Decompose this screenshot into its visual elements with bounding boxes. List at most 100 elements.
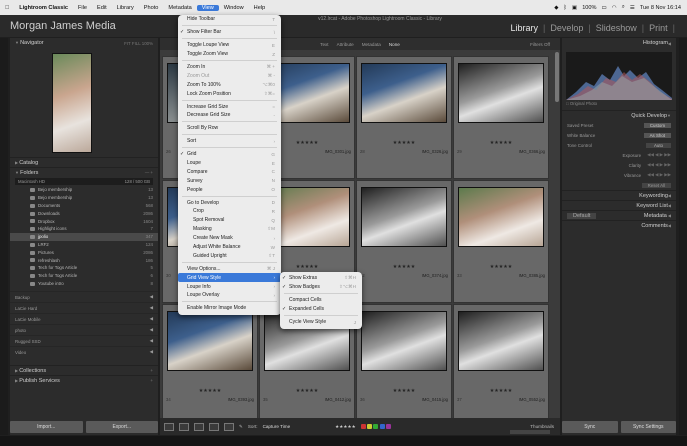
menu-item-toggle-loupe-view[interactable]: Toggle Loupe View E	[178, 41, 281, 50]
reset-all-button[interactable]: Reset All	[641, 182, 671, 188]
menu-item-hide-toolbar[interactable]: Hide Toolbar T	[178, 15, 281, 24]
cell-rating[interactable]: ★★★★★	[454, 264, 548, 270]
metadata-preset-select[interactable]: Default	[567, 212, 597, 219]
cell-rating[interactable]: ★★★★★	[260, 388, 354, 394]
grid-cell[interactable]: ★★★★★ 36 IMG_0415.jpg	[356, 304, 452, 427]
menu-item-adjust-white-balance[interactable]: Adjust White Balance W	[178, 243, 281, 252]
menu-item-create-new-mask[interactable]: Create New Mask ›	[178, 234, 281, 243]
clarity-buttons[interactable]: ◀◀ ◀ ▶ ▶▶	[647, 162, 671, 168]
menu-file[interactable]: File	[73, 5, 92, 11]
folder-item[interactable]: Tech for Togs Article 5	[10, 264, 158, 272]
folder-item[interactable]: LRF2 124	[10, 241, 158, 249]
left-edge-toggle[interactable]	[0, 38, 8, 435]
grid-cell[interactable]: ★★★★★ 33 IMG_0385.jpg	[453, 180, 549, 303]
menu-item-expanded-cells[interactable]: ✓ Expanded Cells	[280, 305, 362, 314]
grid-cell[interactable]: ★★★★★ 29 IMG_0366.jpg	[453, 56, 549, 179]
apple-icon[interactable]: 	[0, 5, 14, 11]
cell-rating[interactable]: ★★★★★	[357, 264, 451, 270]
menu-item-people[interactable]: People O	[178, 185, 281, 194]
folder-item[interactable]: Pictures 2086	[10, 248, 158, 256]
menu-item-decrease-grid-size[interactable]: Decrease Grid Size -	[178, 111, 281, 120]
volume-item[interactable]: LaCie Hard ◀	[10, 302, 158, 313]
painter-icon[interactable]: ✎	[239, 424, 243, 430]
photo-thumbnail[interactable]	[167, 311, 253, 371]
menu-item-masking[interactable]: Masking ⇧M	[178, 225, 281, 234]
menu-item-toggle-zoom-view[interactable]: Toggle Zoom View Z	[178, 50, 281, 59]
volume-item[interactable]: Backup ◀	[10, 291, 158, 302]
exposure-buttons[interactable]: ◀◀ ◀ ▶ ▶▶	[647, 152, 671, 158]
filter-metadata[interactable]: Metadata	[362, 42, 381, 47]
menu-item-zoom-in[interactable]: Zoom In ⌘ +	[178, 63, 281, 72]
sort-select[interactable]: Capture Time	[263, 424, 291, 429]
menu-item-loupe-info[interactable]: Loupe Info ›	[178, 282, 281, 291]
folder-item[interactable]: Bejo membership 13	[10, 186, 158, 194]
menu-item-grid-view-style[interactable]: Grid View Style ›	[178, 273, 281, 283]
menu-photo[interactable]: Photo	[139, 5, 164, 11]
menu-edit[interactable]: Edit	[92, 5, 112, 11]
menu-item-sort[interactable]: Sort ›	[178, 137, 281, 146]
menu-item-scroll-by-row[interactable]: Scroll By Row	[178, 124, 281, 133]
grid-view-button[interactable]	[164, 422, 174, 431]
histogram-header[interactable]: Histogram ◀	[562, 38, 676, 48]
original-photo-checkbox[interactable]: □	[566, 101, 569, 106]
grid-scrollbar[interactable]	[555, 52, 559, 102]
folder-item[interactable]: Downloads 2086	[10, 209, 158, 217]
filmstrip-toggle[interactable]	[0, 436, 687, 446]
right-edge-toggle[interactable]	[679, 38, 687, 435]
loupe-view-button[interactable]	[179, 422, 189, 431]
photo-thumbnail[interactable]	[361, 63, 447, 123]
menu-item-show-filter-bar[interactable]: ✓ Show Filter Bar \	[178, 28, 281, 37]
filters-off[interactable]: Filters Off	[530, 42, 550, 47]
filter-attribute[interactable]: Attribute	[337, 42, 354, 47]
menu-view[interactable]: View	[196, 4, 219, 11]
control-icon[interactable]: ▣	[572, 5, 577, 11]
folder-item[interactable]: Bejo membership 13	[10, 194, 158, 202]
menu-item-spot-removal[interactable]: Spot Removal Q	[178, 216, 281, 225]
menu-item-loupe[interactable]: Loupe E	[178, 159, 281, 168]
dropbox-icon[interactable]: ◆	[554, 5, 558, 11]
photo-thumbnail[interactable]	[361, 187, 447, 247]
grid-cell[interactable]: ★★★★★ 34 IMG_0393.jpg	[162, 304, 258, 427]
battery-icon[interactable]: ▭	[602, 5, 607, 11]
identity-plate[interactable]: Morgan James Media	[10, 20, 116, 32]
clock[interactable]: Tue 8 Nov 16:14	[640, 5, 681, 11]
menu-item-enable-mirror-image-mode[interactable]: Enable Mirror Image Mode	[178, 304, 281, 313]
menu-item-grid[interactable]: ✓ Grid G	[178, 150, 281, 159]
control-center-icon[interactable]: ☰	[630, 5, 635, 11]
menu-item-lock-zoom-position[interactable]: Lock Zoom Position ⇧⌘=	[178, 89, 281, 98]
sync-settings-button[interactable]: Sync Settings	[620, 421, 676, 433]
white-balance-select[interactable]: As Shot	[643, 132, 671, 138]
cell-rating[interactable]: ★★★★★	[357, 140, 451, 146]
catalog-header[interactable]: ▶ Catalog	[10, 157, 158, 167]
menu-item-cycle-view-style[interactable]: Cycle View Style J	[280, 318, 362, 327]
menu-item-zoom-out[interactable]: Zoom Out ⌘ -	[178, 71, 281, 80]
rating-stars[interactable]: ★★★★★	[335, 424, 356, 430]
publish-services-header[interactable]: ▶ Publish Services +	[10, 375, 158, 385]
color-labels[interactable]	[360, 423, 391, 430]
volume-item[interactable]: Video ◀	[10, 346, 158, 357]
cell-rating[interactable]: ★★★★★	[454, 140, 548, 146]
folder-item[interactable]: Documents 568	[10, 202, 158, 210]
grid-cell[interactable]: ★★★★★ 37 IMG_0552.jpg	[453, 304, 549, 427]
navigator-header[interactable]: ▼ Navigator FIT FILL 100%	[10, 38, 158, 48]
bluetooth-icon[interactable]: ᛒ	[564, 5, 567, 11]
thumbnail-size-slider[interactable]	[510, 430, 550, 434]
volume-item[interactable]: Rugged SSD ◀	[10, 335, 158, 346]
import-button[interactable]: Import...	[10, 421, 83, 433]
comments-header[interactable]: Comments ◀	[562, 220, 676, 230]
photo-thumbnail[interactable]	[361, 311, 447, 371]
filter-text[interactable]: Text	[320, 42, 328, 47]
module-library[interactable]: Library	[511, 23, 539, 33]
menu-app-name[interactable]: Lightroom Classic	[14, 5, 73, 11]
menu-item-loupe-overlay[interactable]: Loupe Overlay ›	[178, 291, 281, 300]
menu-item-view-options[interactable]: View Options... ⌘ J	[178, 264, 281, 273]
filter-none[interactable]: None	[389, 42, 400, 47]
volume-macintosh-hd[interactable]: Macintosh HD 128 / 500 GB	[15, 178, 153, 185]
compare-view-button[interactable]	[194, 422, 204, 431]
grid-cell[interactable]: ★★★★★ 32 IMG_0374.jpg	[356, 180, 452, 303]
menu-item-compare[interactable]: Compare C	[178, 167, 281, 176]
menu-item-go-to-develop[interactable]: Go to Develop D	[178, 198, 281, 207]
menu-item-guided-upright[interactable]: Guided Upright ⇧T	[178, 251, 281, 260]
menu-item-zoom-to-100[interactable]: Zoom To 100% ⌥⌘0	[178, 80, 281, 89]
folder-item[interactable]: Tech for Togs Article 6	[10, 272, 158, 280]
